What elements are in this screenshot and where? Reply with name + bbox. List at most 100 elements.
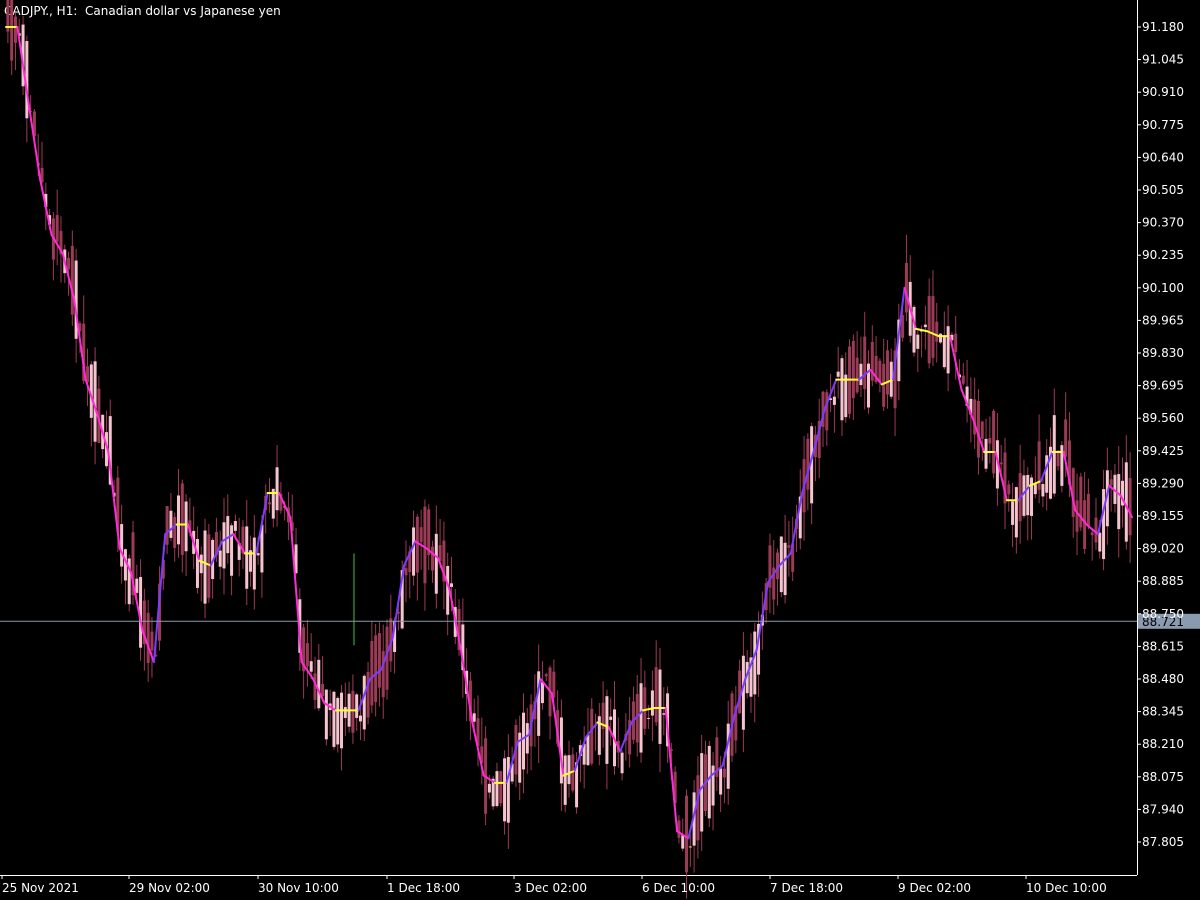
ma-point [28, 103, 30, 105]
candle-body [1007, 484, 1011, 495]
candle-body [1011, 501, 1015, 525]
candle-body [340, 692, 344, 749]
candle-body [677, 820, 681, 838]
ma-point [904, 287, 906, 289]
candle-body [590, 708, 594, 764]
current-price-line: 88.721 [0, 613, 1200, 629]
y-tick-label: 88.885 [1142, 574, 1184, 588]
price-chart[interactable]: 88.721 91.180 91.045 90.910 90.775 90.640 90.… [0, 0, 1200, 900]
candles-layer [6, 0, 1132, 899]
y-tick-label: 89.425 [1142, 444, 1184, 458]
candle-body [719, 768, 723, 795]
candle-body [931, 296, 935, 358]
ma-point [870, 369, 872, 371]
candle-body [1033, 484, 1037, 495]
candle-body [317, 659, 321, 709]
candle-body [832, 396, 836, 405]
candle-body [1124, 462, 1128, 542]
ma-point [108, 451, 110, 453]
candle-body [1086, 493, 1090, 527]
candle-body [146, 612, 150, 664]
candle-body [381, 651, 385, 698]
candle-body [567, 755, 571, 785]
ma-point [972, 417, 974, 419]
ma-point [5, 26, 7, 28]
y-tick-label: 91.180 [1142, 20, 1184, 34]
candle-body [620, 752, 624, 774]
candle-body [605, 696, 609, 764]
candle-body [203, 530, 207, 604]
candle-body [586, 734, 590, 766]
ma-point [381, 669, 383, 671]
candle-body [343, 707, 347, 718]
ma-point [597, 722, 599, 724]
candle-body [1117, 474, 1121, 530]
candle-body [992, 410, 996, 474]
candle-body [707, 745, 711, 819]
chart-window[interactable]: CADJPY., H1: Canadian dollar vs Japanese… [0, 0, 1200, 900]
candle-body [1026, 474, 1030, 516]
candle-body [222, 522, 226, 569]
candle-body [685, 795, 689, 873]
candle-body [1094, 517, 1098, 543]
ma-point [881, 384, 883, 386]
ma-point [733, 717, 735, 719]
y-tick-label: 87.940 [1142, 802, 1184, 816]
candle-body [419, 527, 423, 543]
candle-body [711, 765, 715, 806]
y-tick-label: 91.045 [1142, 53, 1184, 67]
ma-point [290, 516, 292, 518]
ma-point [915, 328, 917, 330]
x-tick-label: 1 Dec 18:00 [387, 881, 460, 895]
candle-body [358, 715, 362, 722]
candle-body [647, 717, 651, 719]
y-tick-label: 89.290 [1142, 476, 1184, 490]
candle-body [753, 631, 757, 695]
x-tick-label: 29 Nov 02:00 [129, 881, 210, 895]
candle-body [362, 675, 366, 730]
candle-body [184, 501, 188, 552]
ma-point [1086, 524, 1088, 526]
candle-body [1128, 477, 1132, 536]
x-tick-label: 9 Dec 02:00 [898, 881, 971, 895]
y-tick-label: 87.805 [1142, 835, 1184, 849]
ma-point [472, 722, 474, 724]
candle-body [1098, 532, 1102, 552]
candle-body [544, 674, 548, 677]
y-tick-label: 88.750 [1142, 607, 1184, 621]
candle-body [415, 516, 419, 573]
candle-body [700, 753, 704, 832]
candle-body [431, 546, 435, 571]
candle-body [939, 333, 943, 343]
ma-point [585, 736, 587, 738]
candle-body [525, 723, 529, 754]
ma-point [312, 678, 314, 680]
candle-body [355, 694, 359, 718]
candle-body [1014, 487, 1018, 538]
candle-body [882, 363, 886, 407]
ma-point [528, 734, 530, 736]
y-tick-label: 90.775 [1142, 118, 1184, 132]
ma-point [551, 693, 553, 695]
candle-body [1064, 419, 1068, 457]
ma-point [426, 548, 428, 550]
candle-body [988, 438, 992, 444]
candle-body [916, 334, 920, 349]
candle-body [10, 0, 14, 61]
candle-body [563, 755, 567, 805]
ma-point [17, 26, 19, 28]
ma-point [494, 782, 496, 784]
candle-body [377, 633, 381, 688]
candle-body [351, 690, 355, 733]
ma-point [119, 548, 121, 550]
candle-body [650, 690, 654, 716]
ma-point [779, 565, 781, 567]
ma-point [710, 775, 712, 777]
ma-point [267, 492, 269, 494]
ma-point [631, 722, 633, 724]
candle-body [681, 835, 685, 849]
ma-point [1074, 509, 1076, 511]
ma-point [1131, 516, 1133, 518]
ma-point [892, 379, 894, 381]
candle-body [404, 568, 408, 576]
